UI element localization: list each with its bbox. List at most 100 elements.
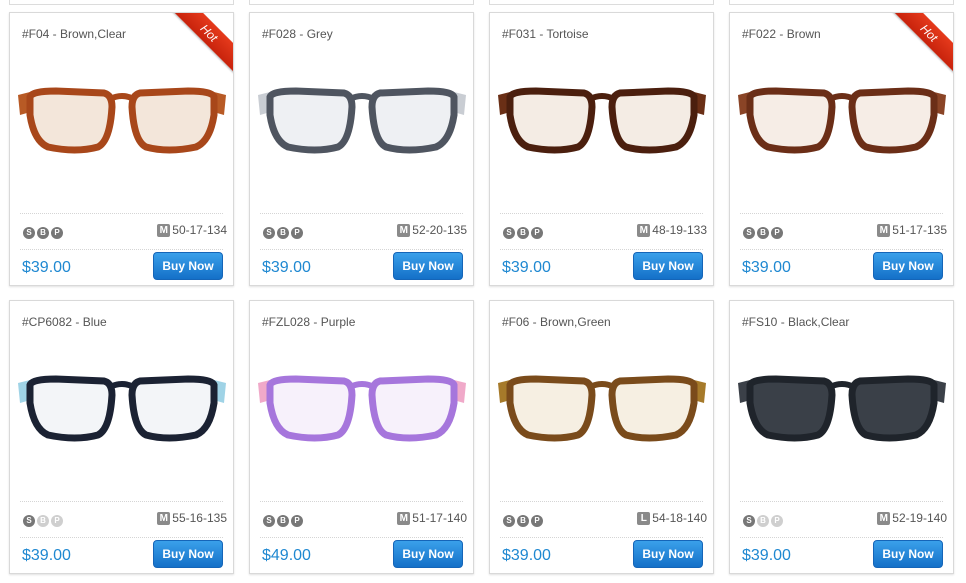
badge-p: P bbox=[291, 227, 303, 239]
bridge bbox=[588, 93, 616, 102]
right-lens bbox=[128, 375, 218, 442]
price: $39.00 bbox=[262, 259, 311, 276]
price: $39.00 bbox=[502, 259, 551, 276]
size-measurements: 50-17-134 bbox=[172, 223, 227, 237]
glasses-image[interactable] bbox=[736, 369, 948, 445]
badge-s: S bbox=[743, 227, 755, 239]
feature-badges: SBP bbox=[503, 227, 543, 239]
size-measurements: 51-17-140 bbox=[412, 511, 467, 525]
glasses-image[interactable] bbox=[16, 369, 228, 445]
badge-p: P bbox=[51, 227, 63, 239]
badge-s: S bbox=[23, 227, 35, 239]
badge-p: P bbox=[531, 515, 543, 527]
product-card[interactable]: #F022 - Brown Hot SBP M 51-17-135 $39.00… bbox=[729, 12, 954, 286]
size-letter-badge: L bbox=[637, 511, 651, 525]
product-title[interactable]: #CP6082 - Blue bbox=[22, 315, 107, 329]
left-lens bbox=[746, 375, 836, 442]
divider bbox=[500, 537, 703, 538]
badge-b: B bbox=[37, 515, 49, 527]
badge-s: S bbox=[263, 227, 275, 239]
buy-now-button[interactable]: Buy Now bbox=[873, 252, 943, 280]
glasses-image[interactable] bbox=[496, 81, 708, 157]
glasses-image[interactable] bbox=[256, 81, 468, 157]
glasses-image[interactable] bbox=[256, 369, 468, 445]
product-card[interactable]: #FZL028 - Purple SBP M 51-17-140 $49.00 … bbox=[249, 300, 474, 574]
product-card[interactable]: #F031 - Tortoise SBP M 48-19-133 $39.00 … bbox=[489, 12, 714, 286]
feature-badges: SBP bbox=[263, 227, 303, 239]
product-card[interactable]: #F04 - Brown,Clear Hot SBP M 50-17-134 $… bbox=[9, 12, 234, 286]
size-letter-badge: M bbox=[397, 511, 411, 525]
divider bbox=[500, 501, 703, 502]
glasses-image[interactable] bbox=[16, 81, 228, 157]
price: $39.00 bbox=[502, 547, 551, 564]
badge-b: B bbox=[757, 515, 769, 527]
product-card[interactable]: #FS10 - Black,Clear SBP M 52-19-140 $39.… bbox=[729, 300, 954, 574]
buy-now-button[interactable]: Buy Now bbox=[153, 252, 223, 280]
badge-s: S bbox=[743, 515, 755, 527]
feature-badges: SBP bbox=[23, 227, 63, 239]
frame-size: M 51-17-135 bbox=[877, 223, 947, 237]
product-title[interactable]: #FZL028 - Purple bbox=[262, 315, 355, 329]
badge-p: P bbox=[771, 515, 783, 527]
divider bbox=[740, 213, 943, 214]
bridge bbox=[348, 93, 376, 102]
buy-now-button[interactable]: Buy Now bbox=[153, 540, 223, 568]
divider bbox=[260, 501, 463, 502]
buy-now-button[interactable]: Buy Now bbox=[633, 252, 703, 280]
badge-b: B bbox=[517, 515, 529, 527]
bridge bbox=[108, 93, 136, 102]
divider bbox=[260, 537, 463, 538]
left-lens bbox=[746, 87, 836, 154]
right-lens bbox=[368, 375, 458, 442]
left-lens bbox=[266, 375, 356, 442]
badge-b: B bbox=[517, 227, 529, 239]
badge-b: B bbox=[277, 227, 289, 239]
buy-now-button[interactable]: Buy Now bbox=[873, 540, 943, 568]
product-card[interactable]: #CP6082 - Blue SBP M 55-16-135 $39.00 Bu… bbox=[9, 300, 234, 574]
buy-now-button[interactable]: Buy Now bbox=[633, 540, 703, 568]
product-title[interactable]: #F04 - Brown,Clear bbox=[22, 27, 126, 41]
glasses-image[interactable] bbox=[496, 369, 708, 445]
frame-size: M 55-16-135 bbox=[157, 511, 227, 525]
right-lens bbox=[848, 87, 938, 154]
glasses-image[interactable] bbox=[736, 81, 948, 157]
badge-p: P bbox=[771, 227, 783, 239]
product-title[interactable]: #F06 - Brown,Green bbox=[502, 315, 611, 329]
size-letter-badge: M bbox=[157, 511, 171, 525]
badge-b: B bbox=[757, 227, 769, 239]
product-title[interactable]: #F028 - Grey bbox=[262, 27, 333, 41]
frame-size: L 54-18-140 bbox=[637, 511, 707, 525]
right-lens bbox=[128, 87, 218, 154]
size-letter-badge: M bbox=[877, 511, 891, 525]
left-lens bbox=[266, 87, 356, 154]
feature-badges: SBP bbox=[263, 515, 303, 527]
hot-ribbon: Hot bbox=[169, 13, 233, 73]
divider bbox=[260, 249, 463, 250]
divider bbox=[20, 213, 223, 214]
frame-size: M 50-17-134 bbox=[157, 223, 227, 237]
buy-now-button[interactable]: Buy Now bbox=[393, 540, 463, 568]
frame-size: M 51-17-140 bbox=[397, 511, 467, 525]
left-lens bbox=[26, 375, 116, 442]
feature-badges: SBP bbox=[23, 515, 63, 527]
product-title[interactable]: #FS10 - Black,Clear bbox=[742, 315, 849, 329]
divider bbox=[740, 537, 943, 538]
price: $39.00 bbox=[742, 547, 791, 564]
badge-b: B bbox=[277, 515, 289, 527]
bridge bbox=[828, 381, 856, 390]
badge-b: B bbox=[37, 227, 49, 239]
left-lens bbox=[506, 87, 596, 154]
divider bbox=[500, 213, 703, 214]
product-card[interactable]: #F06 - Brown,Green SBP L 54-18-140 $39.0… bbox=[489, 300, 714, 574]
divider bbox=[500, 249, 703, 250]
buy-now-button[interactable]: Buy Now bbox=[393, 252, 463, 280]
product-title[interactable]: #F031 - Tortoise bbox=[502, 27, 589, 41]
right-lens bbox=[608, 375, 698, 442]
hot-ribbon: Hot bbox=[889, 13, 953, 73]
price: $49.00 bbox=[262, 547, 311, 564]
badge-p: P bbox=[291, 515, 303, 527]
bridge bbox=[588, 381, 616, 390]
product-card[interactable]: #F028 - Grey SBP M 52-20-135 $39.00 Buy … bbox=[249, 12, 474, 286]
product-title[interactable]: #F022 - Brown bbox=[742, 27, 821, 41]
frame-size: M 52-20-135 bbox=[397, 223, 467, 237]
